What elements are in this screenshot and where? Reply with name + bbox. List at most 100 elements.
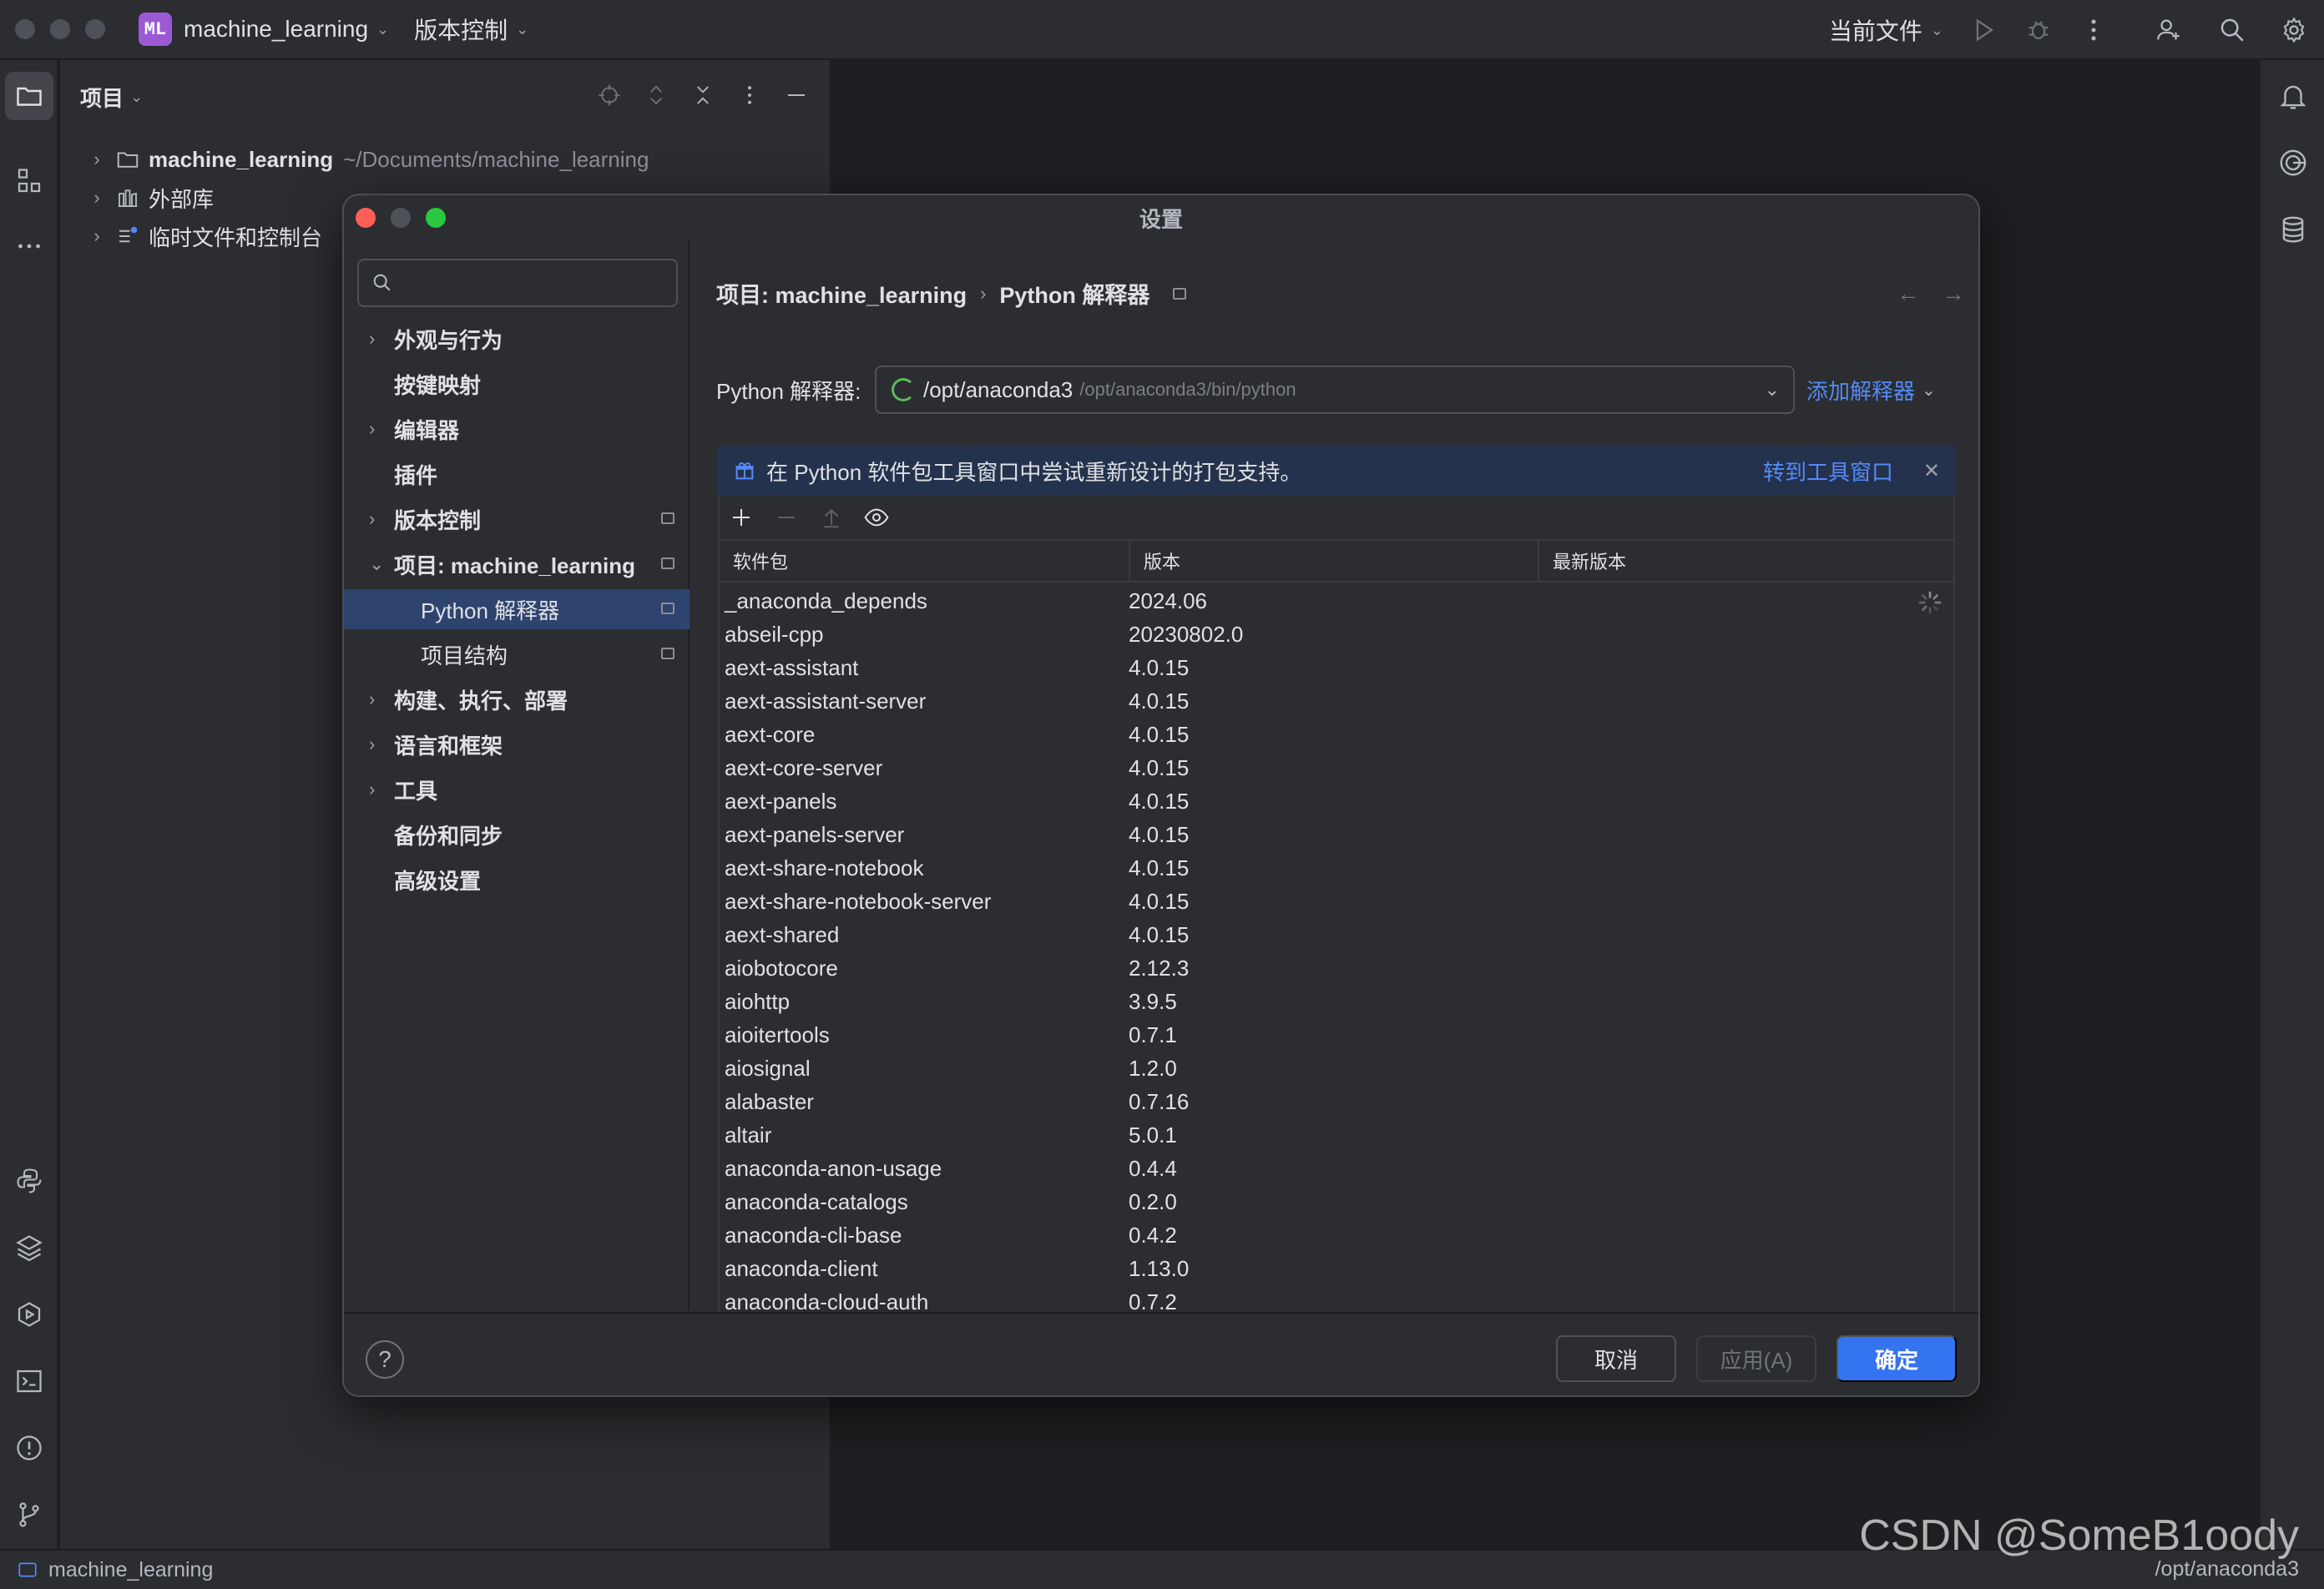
table-row[interactable]: altair 5.0.1: [720, 1118, 1953, 1152]
table-row[interactable]: anaconda-client 1.13.0: [720, 1252, 1953, 1285]
close-icon[interactable]: ✕: [1923, 459, 1940, 483]
tree-item-scratches[interactable]: › 临时文件和控制台: [60, 217, 322, 255]
ok-button[interactable]: 确定: [1836, 1335, 1957, 1382]
add-interpreter-button[interactable]: 添加解释器 ⌄: [1806, 375, 1936, 406]
chevron-right-icon[interactable]: ›: [78, 225, 115, 247]
settings-nav-item[interactable]: › 构建、执行、部署: [344, 679, 690, 719]
settings-nav-item[interactable]: 项目结构: [344, 634, 690, 674]
more-icon[interactable]: [2077, 13, 2110, 47]
settings-nav-item[interactable]: › 版本控制: [344, 499, 690, 539]
table-row[interactable]: aext-panels-server 4.0.15: [720, 818, 1953, 851]
collapse-all-icon[interactable]: [686, 78, 720, 112]
interpreter-select[interactable]: /opt/anaconda3 /opt/anaconda3/bin/python…: [875, 366, 1795, 414]
python-console-button[interactable]: [5, 1157, 53, 1205]
chevron-down-icon[interactable]: ⌄: [369, 553, 394, 575]
table-row[interactable]: aext-core-server 4.0.15: [720, 751, 1953, 784]
chevron-right-icon[interactable]: ›: [369, 328, 394, 350]
structure-tool-button[interactable]: [5, 157, 53, 205]
table-row[interactable]: anaconda-catalogs 0.2.0: [720, 1185, 1953, 1218]
close-window-button[interactable]: [15, 19, 35, 39]
settings-nav-item[interactable]: › 编辑器: [344, 409, 690, 449]
apply-button[interactable]: 应用(A): [1696, 1335, 1816, 1382]
upgrade-icon[interactable]: [818, 504, 845, 531]
tree-item-external-libraries[interactable]: › 外部库: [60, 179, 214, 217]
chevron-right-icon[interactable]: ›: [78, 187, 115, 209]
tree-item-project-root[interactable]: › machine_learning ~/Documents/machine_l…: [60, 140, 649, 179]
gear-icon[interactable]: [2277, 13, 2311, 47]
column-header-latest[interactable]: 最新版本: [1539, 541, 1953, 581]
status-interpreter[interactable]: /opt/anaconda3: [2155, 1557, 2299, 1581]
table-row[interactable]: anaconda-cli-base 0.4.2: [720, 1218, 1953, 1252]
help-button[interactable]: ?: [366, 1340, 404, 1379]
chevron-right-icon[interactable]: ›: [369, 689, 394, 710]
table-row[interactable]: alabaster 0.7.16: [720, 1085, 1953, 1118]
chevron-right-icon[interactable]: ›: [78, 149, 115, 170]
more-icon[interactable]: [733, 78, 766, 112]
dialog-close-button[interactable]: [356, 208, 376, 228]
table-row[interactable]: aext-panels 4.0.15: [720, 784, 1953, 818]
expand-all-icon[interactable]: [639, 78, 673, 112]
more-tools-button[interactable]: [5, 222, 53, 270]
ai-assistant-icon[interactable]: [2269, 139, 2317, 187]
remove-icon[interactable]: [773, 504, 800, 531]
cancel-button[interactable]: 取消: [1556, 1335, 1676, 1382]
table-row[interactable]: anaconda-anon-usage 0.4.4: [720, 1152, 1953, 1185]
table-row[interactable]: aext-shared 4.0.15: [720, 918, 1953, 951]
settings-search-box[interactable]: [357, 259, 678, 307]
table-row[interactable]: aext-core 4.0.15: [720, 718, 1953, 751]
chevron-down-icon[interactable]: ⌄: [130, 88, 143, 106]
minimize-window-button[interactable]: [50, 19, 70, 39]
project-panel-title[interactable]: 项目: [80, 82, 124, 113]
settings-nav-item[interactable]: 插件: [344, 454, 690, 494]
locate-icon[interactable]: [593, 78, 626, 112]
run-config-selector[interactable]: 当前文件 ⌄: [1829, 13, 1943, 47]
back-arrow-icon[interactable]: ←: [1897, 280, 1920, 307]
run-icon[interactable]: [1967, 13, 2000, 47]
zoom-window-button[interactable]: [85, 19, 105, 39]
settings-search-input[interactable]: [402, 271, 669, 295]
database-icon[interactable]: [2269, 205, 2317, 254]
settings-nav-item[interactable]: 高级设置: [344, 860, 690, 900]
column-header-package[interactable]: 软件包: [720, 541, 1130, 581]
table-row[interactable]: aiohttp 3.9.5: [720, 985, 1953, 1018]
hide-panel-icon[interactable]: [780, 78, 813, 112]
table-row[interactable]: aext-share-notebook 4.0.15: [720, 851, 1953, 885]
table-row[interactable]: aiobotocore 2.12.3: [720, 951, 1953, 985]
go-to-tool-window-link[interactable]: 转到工具窗口: [1763, 456, 1893, 487]
breadcrumb-parent[interactable]: 项目: machine_learning: [716, 277, 967, 310]
project-switcher[interactable]: ML machine_learning ⌄: [105, 13, 389, 46]
table-row[interactable]: aext-assistant 4.0.15: [720, 651, 1953, 684]
add-icon[interactable]: [728, 504, 755, 531]
vcs-menu[interactable]: 版本控制 ⌄: [414, 13, 528, 46]
search-icon[interactable]: [2215, 13, 2249, 47]
table-row[interactable]: aext-assistant-server 4.0.15: [720, 684, 1953, 718]
settings-nav-item[interactable]: › 工具: [344, 769, 690, 810]
eye-icon[interactable]: [863, 504, 890, 531]
problems-button[interactable]: [5, 1424, 53, 1472]
services-button[interactable]: [5, 1290, 53, 1339]
dialog-zoom-button[interactable]: [426, 208, 446, 228]
terminal-button[interactable]: [5, 1357, 53, 1405]
chevron-right-icon[interactable]: ›: [369, 779, 394, 800]
chevron-right-icon[interactable]: ›: [369, 418, 394, 440]
table-row[interactable]: aioitertools 0.7.1: [720, 1018, 1953, 1052]
git-button[interactable]: [5, 1491, 53, 1539]
debug-icon[interactable]: [2022, 13, 2055, 47]
add-user-icon[interactable]: [2152, 13, 2185, 47]
settings-nav-item[interactable]: › 语言和框架: [344, 724, 690, 764]
forward-arrow-icon[interactable]: →: [1942, 280, 1965, 307]
dialog-minimize-button[interactable]: [391, 208, 411, 228]
settings-nav-item[interactable]: 按键映射: [344, 364, 690, 404]
table-row[interactable]: aext-share-notebook-server 4.0.15: [720, 885, 1953, 918]
chevron-right-icon[interactable]: ›: [369, 734, 394, 755]
status-project-name[interactable]: machine_learning: [48, 1558, 213, 1582]
table-row[interactable]: _anaconda_depends 2024.06: [720, 584, 1953, 618]
project-tool-button[interactable]: [5, 72, 53, 120]
settings-nav-item[interactable]: › 外观与行为: [344, 319, 690, 359]
table-row[interactable]: aiosignal 1.2.0: [720, 1052, 1953, 1085]
settings-nav-item[interactable]: ⌄ 项目: machine_learning: [344, 544, 690, 584]
notifications-icon[interactable]: [2269, 72, 2317, 120]
python-packages-button[interactable]: [5, 1223, 53, 1272]
table-row[interactable]: abseil-cpp 20230802.0: [720, 618, 1953, 651]
settings-nav-item[interactable]: 备份和同步: [344, 815, 690, 855]
